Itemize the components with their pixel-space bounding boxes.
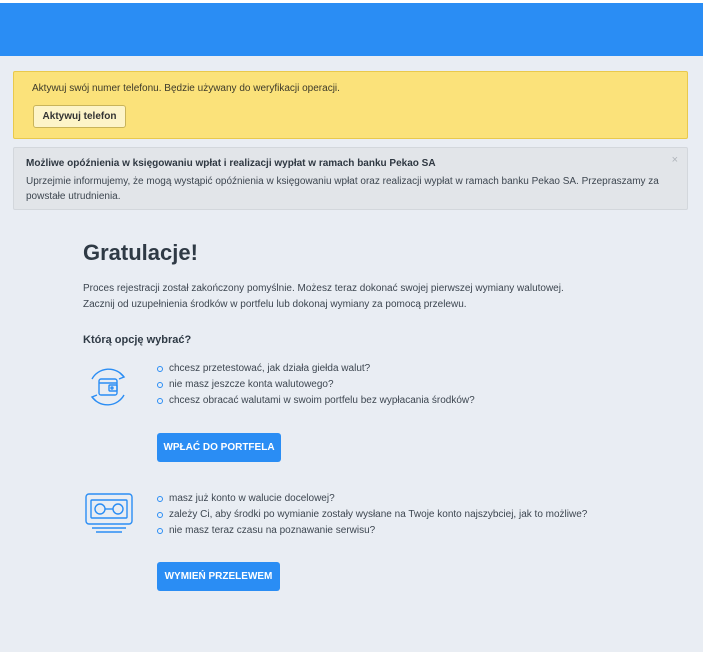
top-navigation-bar xyxy=(0,3,703,56)
phone-activation-alert: Aktywuj swój numer telefonu. Będzie używ… xyxy=(13,71,688,139)
bullet-icon xyxy=(157,496,163,502)
activate-phone-button[interactable]: Aktywuj telefon xyxy=(33,105,126,128)
bullet-icon xyxy=(157,382,163,388)
bank-delay-notice: Możliwe opóźnienia w księgowaniu wpłat i… xyxy=(13,147,688,210)
bullet-icon xyxy=(157,398,163,404)
notice-body: Uprzejmie informujemy, że mogą wystąpić … xyxy=(26,176,659,202)
list-item-text: nie masz jeszcze konta walutowego? xyxy=(169,379,334,390)
intro-line: Zacznij od uzupełnienia środków w portfe… xyxy=(83,299,467,310)
list-item: nie masz teraz czasu na poznawanie serwi… xyxy=(157,523,587,539)
transfer-option-list: masz już konto w walucie docelowej? zale… xyxy=(157,491,587,539)
bullet-icon xyxy=(157,512,163,518)
wallet-option-list: chcesz przetestować, jak działa giełda w… xyxy=(157,361,475,409)
list-item-text: chcesz przetestować, jak działa giełda w… xyxy=(169,363,371,374)
deposit-to-wallet-button[interactable]: WPŁAĆ DO PORTFELA xyxy=(157,433,281,462)
list-item: nie masz jeszcze konta walutowego? xyxy=(157,377,475,393)
list-item: masz już konto w walucie docelowej? xyxy=(157,491,587,507)
intro-line: Proces rejestracji został zakończony pom… xyxy=(83,283,564,294)
bullet-icon xyxy=(157,528,163,534)
list-item-text: zależy Ci, aby środki po wymianie został… xyxy=(169,509,588,520)
list-item: chcesz przetestować, jak działa giełda w… xyxy=(157,361,475,377)
list-item-text: masz już konto w walucie docelowej? xyxy=(169,493,335,504)
banknote-transfer-icon xyxy=(84,492,134,541)
close-icon[interactable]: × xyxy=(672,154,678,166)
exchange-by-transfer-button[interactable]: WYMIEŃ PRZELEWEM xyxy=(157,562,280,591)
page-title: Gratulacje! xyxy=(83,240,198,265)
phone-activation-message: Aktywuj swój numer telefonu. Będzie używ… xyxy=(32,83,340,94)
notice-title: Możliwe opóźnienia w księgowaniu wpłat i… xyxy=(26,158,436,169)
list-item: chcesz obracać walutami w swoim portfelu… xyxy=(157,393,475,409)
list-item: zależy Ci, aby środki po wymianie został… xyxy=(157,507,587,523)
list-item-text: nie masz teraz czasu na poznawanie serwi… xyxy=(169,525,376,536)
wallet-exchange-icon xyxy=(84,363,132,416)
list-item-text: chcesz obracać walutami w swoim portfelu… xyxy=(169,395,475,406)
bullet-icon xyxy=(157,366,163,372)
options-heading: Którą opcję wybrać? xyxy=(83,334,192,346)
intro-text: Proces rejestracji został zakończony pom… xyxy=(83,281,564,313)
